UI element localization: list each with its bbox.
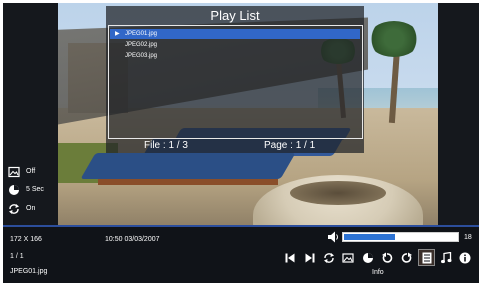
photo-palm-leaves: [368, 21, 420, 57]
photo-viewer-screen: Play List ▶ JPEG01.jpg JPEG02.jpg JPEG03…: [3, 3, 479, 283]
playlist-item[interactable]: ▶ JPEG01.jpg: [110, 29, 360, 39]
rotate-right-icon[interactable]: [401, 252, 413, 264]
volume-icon[interactable]: [327, 230, 340, 244]
image-icon[interactable]: [342, 252, 354, 264]
bottom-bar-divider: [3, 225, 479, 227]
image-filename: JPEG01.jpg: [10, 268, 48, 275]
photo-lounger: [80, 153, 296, 179]
previous-icon[interactable]: [284, 252, 296, 264]
playlist-page-counter: Page : 1 / 1: [264, 140, 316, 151]
playlist-title: Play List: [210, 8, 260, 23]
rotate-left-icon[interactable]: [381, 252, 393, 264]
playlist-item-label: JPEG02.jpg: [125, 42, 158, 48]
repeat-setting-value: On: [26, 205, 36, 212]
volume-value: 18: [464, 234, 472, 241]
playlist-icon: [422, 252, 432, 264]
next-icon[interactable]: [304, 252, 316, 264]
playlist-panel: Play List ▶ JPEG01.jpg JPEG02.jpg JPEG03…: [106, 6, 364, 153]
clock-icon[interactable]: [362, 252, 374, 264]
display-icon[interactable]: [8, 166, 20, 178]
image-resolution: 172 X 166: [10, 236, 42, 243]
photo-display: Play List ▶ JPEG01.jpg JPEG02.jpg JPEG03…: [58, 3, 438, 225]
volume-slider[interactable]: [342, 232, 459, 242]
music-icon[interactable]: [440, 252, 452, 264]
playlist-list: ▶ JPEG01.jpg JPEG02.jpg JPEG03.jpg: [108, 25, 363, 139]
image-index: 1 / 1: [10, 253, 24, 260]
play-arrow-icon: ▶: [115, 31, 120, 37]
interval-setting-value: 5 Sec: [26, 186, 44, 193]
timer-icon[interactable]: [8, 184, 20, 196]
photo-lounger-frame: [98, 179, 278, 185]
info-icon[interactable]: [459, 252, 471, 264]
image-datetime: 10:50 03/03/2007: [105, 236, 160, 243]
playlist-button[interactable]: [418, 249, 435, 266]
playlist-item-label: JPEG03.jpg: [125, 53, 158, 59]
playlist-item-label: JPEG01.jpg: [125, 31, 158, 37]
info-label: Info: [372, 269, 384, 276]
playlist-item[interactable]: JPEG03.jpg: [110, 51, 360, 61]
playlist-item[interactable]: JPEG02.jpg: [110, 40, 360, 50]
repeat-toggle-icon[interactable]: [323, 252, 335, 264]
repeat-icon[interactable]: [8, 203, 20, 215]
display-setting-value: Off: [26, 168, 36, 175]
photo-stone-pot-opening: [290, 181, 386, 205]
volume-level: [344, 234, 395, 240]
playlist-file-counter: File : 1 / 3: [144, 140, 188, 151]
